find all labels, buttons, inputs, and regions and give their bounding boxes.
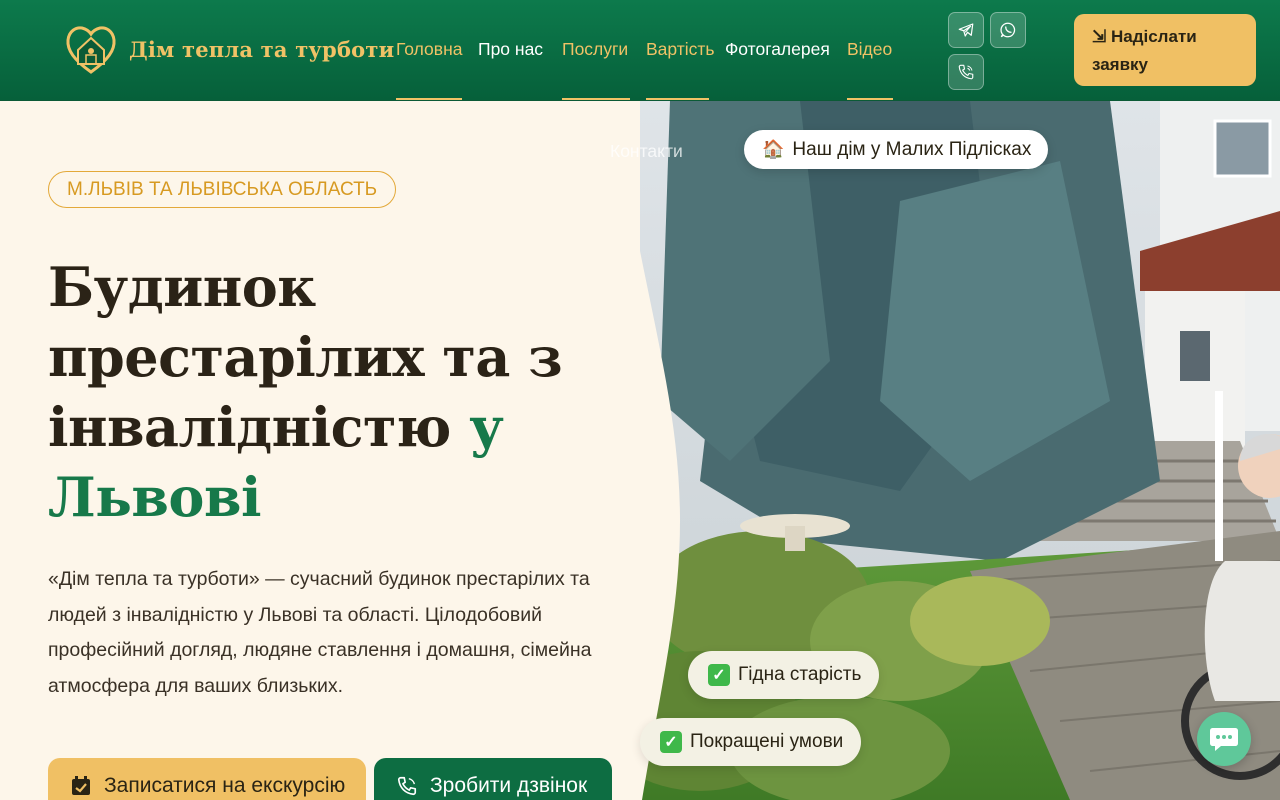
nav-item-gallery[interactable]: Фотогалерея xyxy=(725,39,830,60)
chat-icon xyxy=(1210,728,1238,751)
site-header: Дім тепла та турботи Головна Про нас Пос… xyxy=(0,0,1280,101)
phone-button[interactable] xyxy=(948,54,984,90)
feature-badge-conditions: ✓ Покращені умови xyxy=(640,718,862,766)
whatsapp-button[interactable] xyxy=(990,12,1026,48)
hero-title: Будинок престарілих та з інвалідністю у … xyxy=(48,252,628,532)
brand-logo[interactable]: Дім тепла та турботи xyxy=(64,22,394,76)
telegram-icon xyxy=(958,23,974,37)
house-icon: 🏠 xyxy=(762,139,785,159)
phone-icon xyxy=(396,775,418,797)
telegram-button[interactable] xyxy=(948,12,984,48)
nav-item-pricing[interactable]: Вартість xyxy=(646,39,715,60)
nav-underline-services xyxy=(562,98,630,100)
region-tag: м.Львів та Львівська область xyxy=(48,171,397,208)
nav-underline-pricing xyxy=(646,98,709,100)
nav-item-video[interactable]: Відео xyxy=(847,39,892,60)
logo-heart-house-icon xyxy=(66,26,116,74)
check-icon: ✓ xyxy=(660,731,682,753)
make-call-label: Зробити дзвінок xyxy=(430,774,588,797)
nav-item-home[interactable]: Головна xyxy=(396,39,463,60)
nav-underline-video xyxy=(847,98,893,100)
nav-item-contacts[interactable]: Контакти xyxy=(610,141,683,162)
send-request-label-2: заявку xyxy=(1092,55,1149,74)
make-call-button[interactable]: Зробити дзвінок xyxy=(374,758,612,800)
location-pill: 🏠 Наш дім у Малих Підлісках xyxy=(744,130,1049,169)
phone-icon xyxy=(958,64,974,80)
arrow-down-right-icon: ⇲ xyxy=(1092,27,1107,46)
feature-badge-dignity: ✓ Гідна старість xyxy=(688,651,880,699)
feature-badge-label: Покращені умови xyxy=(690,731,844,752)
send-request-button[interactable]: ⇲ Надіслати заявку xyxy=(1074,14,1256,86)
book-tour-label: Записатися на екскурсію xyxy=(104,774,346,797)
nav-item-about[interactable]: Про нас xyxy=(478,39,543,60)
chat-widget-button[interactable] xyxy=(1197,712,1251,766)
whatsapp-icon xyxy=(1000,22,1016,38)
location-pill-label: Наш дім у Малих Підлісках xyxy=(792,138,1032,160)
hero-description: «Дім тепла та турботи» — сучасний будино… xyxy=(48,568,592,697)
book-tour-button[interactable]: Записатися на екскурсію xyxy=(48,758,366,800)
check-icon: ✓ xyxy=(708,664,730,686)
calendar-check-icon xyxy=(70,775,92,797)
brand-name: Дім тепла та турботи xyxy=(129,36,395,62)
nav-underline-home xyxy=(396,98,462,100)
feature-badge-label: Гідна старість xyxy=(738,664,862,685)
nav-item-services[interactable]: Послуги xyxy=(562,39,628,60)
send-request-label-1: Надіслати xyxy=(1110,27,1197,46)
